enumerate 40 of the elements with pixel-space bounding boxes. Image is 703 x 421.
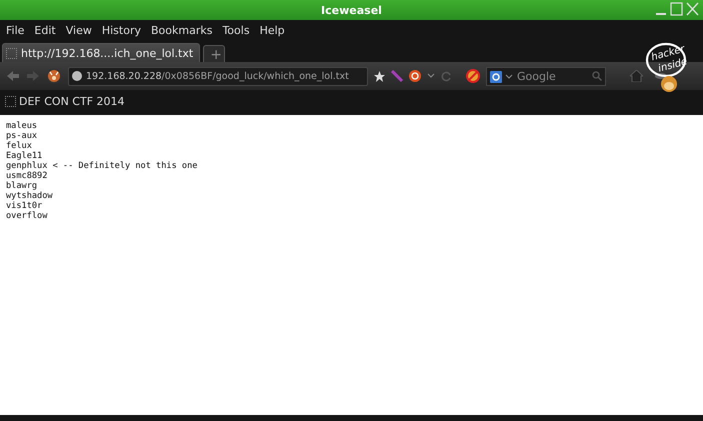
close-icon[interactable] xyxy=(686,2,699,16)
search-icon[interactable] xyxy=(592,70,602,80)
tab[interactable]: http://192.168....ich_one_lol.txt xyxy=(2,43,200,62)
menu-item[interactable]: Tools xyxy=(218,24,254,37)
ring-icon[interactable] xyxy=(409,70,421,82)
text-line: blawrg xyxy=(6,181,38,191)
text-line: wytshadow xyxy=(6,191,53,201)
back-icon[interactable] xyxy=(6,70,20,82)
forward-icon[interactable] xyxy=(26,70,40,82)
globe-icon xyxy=(72,71,82,81)
dropdown-icon[interactable] xyxy=(427,73,435,79)
text-line: usmc8892 xyxy=(6,171,48,181)
feather-icon[interactable] xyxy=(391,70,403,82)
page-icon xyxy=(5,96,16,107)
text-line: maleus xyxy=(6,121,38,131)
address-field[interactable]: 192.168.20.228/0x0856BF/good_luck/which_one_lol.txt xyxy=(68,66,368,86)
home-icon[interactable] xyxy=(630,70,643,82)
text-line: felux xyxy=(6,141,32,151)
reload-icon[interactable] xyxy=(441,70,452,82)
text-line: Eagle11 xyxy=(6,151,42,161)
new-tab-button[interactable]: + xyxy=(203,45,226,62)
menu-item[interactable]: Help xyxy=(256,24,289,37)
fox-face-icon[interactable] xyxy=(46,68,62,84)
text-line: genphlux < -- Definitely not this one xyxy=(6,161,198,171)
menu-item[interactable]: View xyxy=(62,24,96,37)
text-line: ps-aux xyxy=(6,131,38,141)
menu-item[interactable]: History xyxy=(98,24,145,37)
dropdown-icon[interactable] xyxy=(505,74,513,80)
search-field[interactable]: Google xyxy=(486,66,606,86)
window-title: Iceweasel xyxy=(321,4,382,16)
maximize-icon[interactable] xyxy=(670,2,683,16)
menu-item[interactable]: File xyxy=(2,24,28,37)
blocked-icon[interactable] xyxy=(466,69,480,83)
menu-item[interactable]: Edit xyxy=(30,24,60,37)
bookmark[interactable]: DEF CON CTF 2014 xyxy=(19,95,125,108)
star-icon[interactable] xyxy=(374,70,385,82)
text-line: vis1t0r xyxy=(6,201,42,211)
text-line: overflow xyxy=(6,211,48,221)
search-engine-icon[interactable] xyxy=(490,70,502,82)
menu-item[interactable]: Bookmarks xyxy=(146,24,216,37)
